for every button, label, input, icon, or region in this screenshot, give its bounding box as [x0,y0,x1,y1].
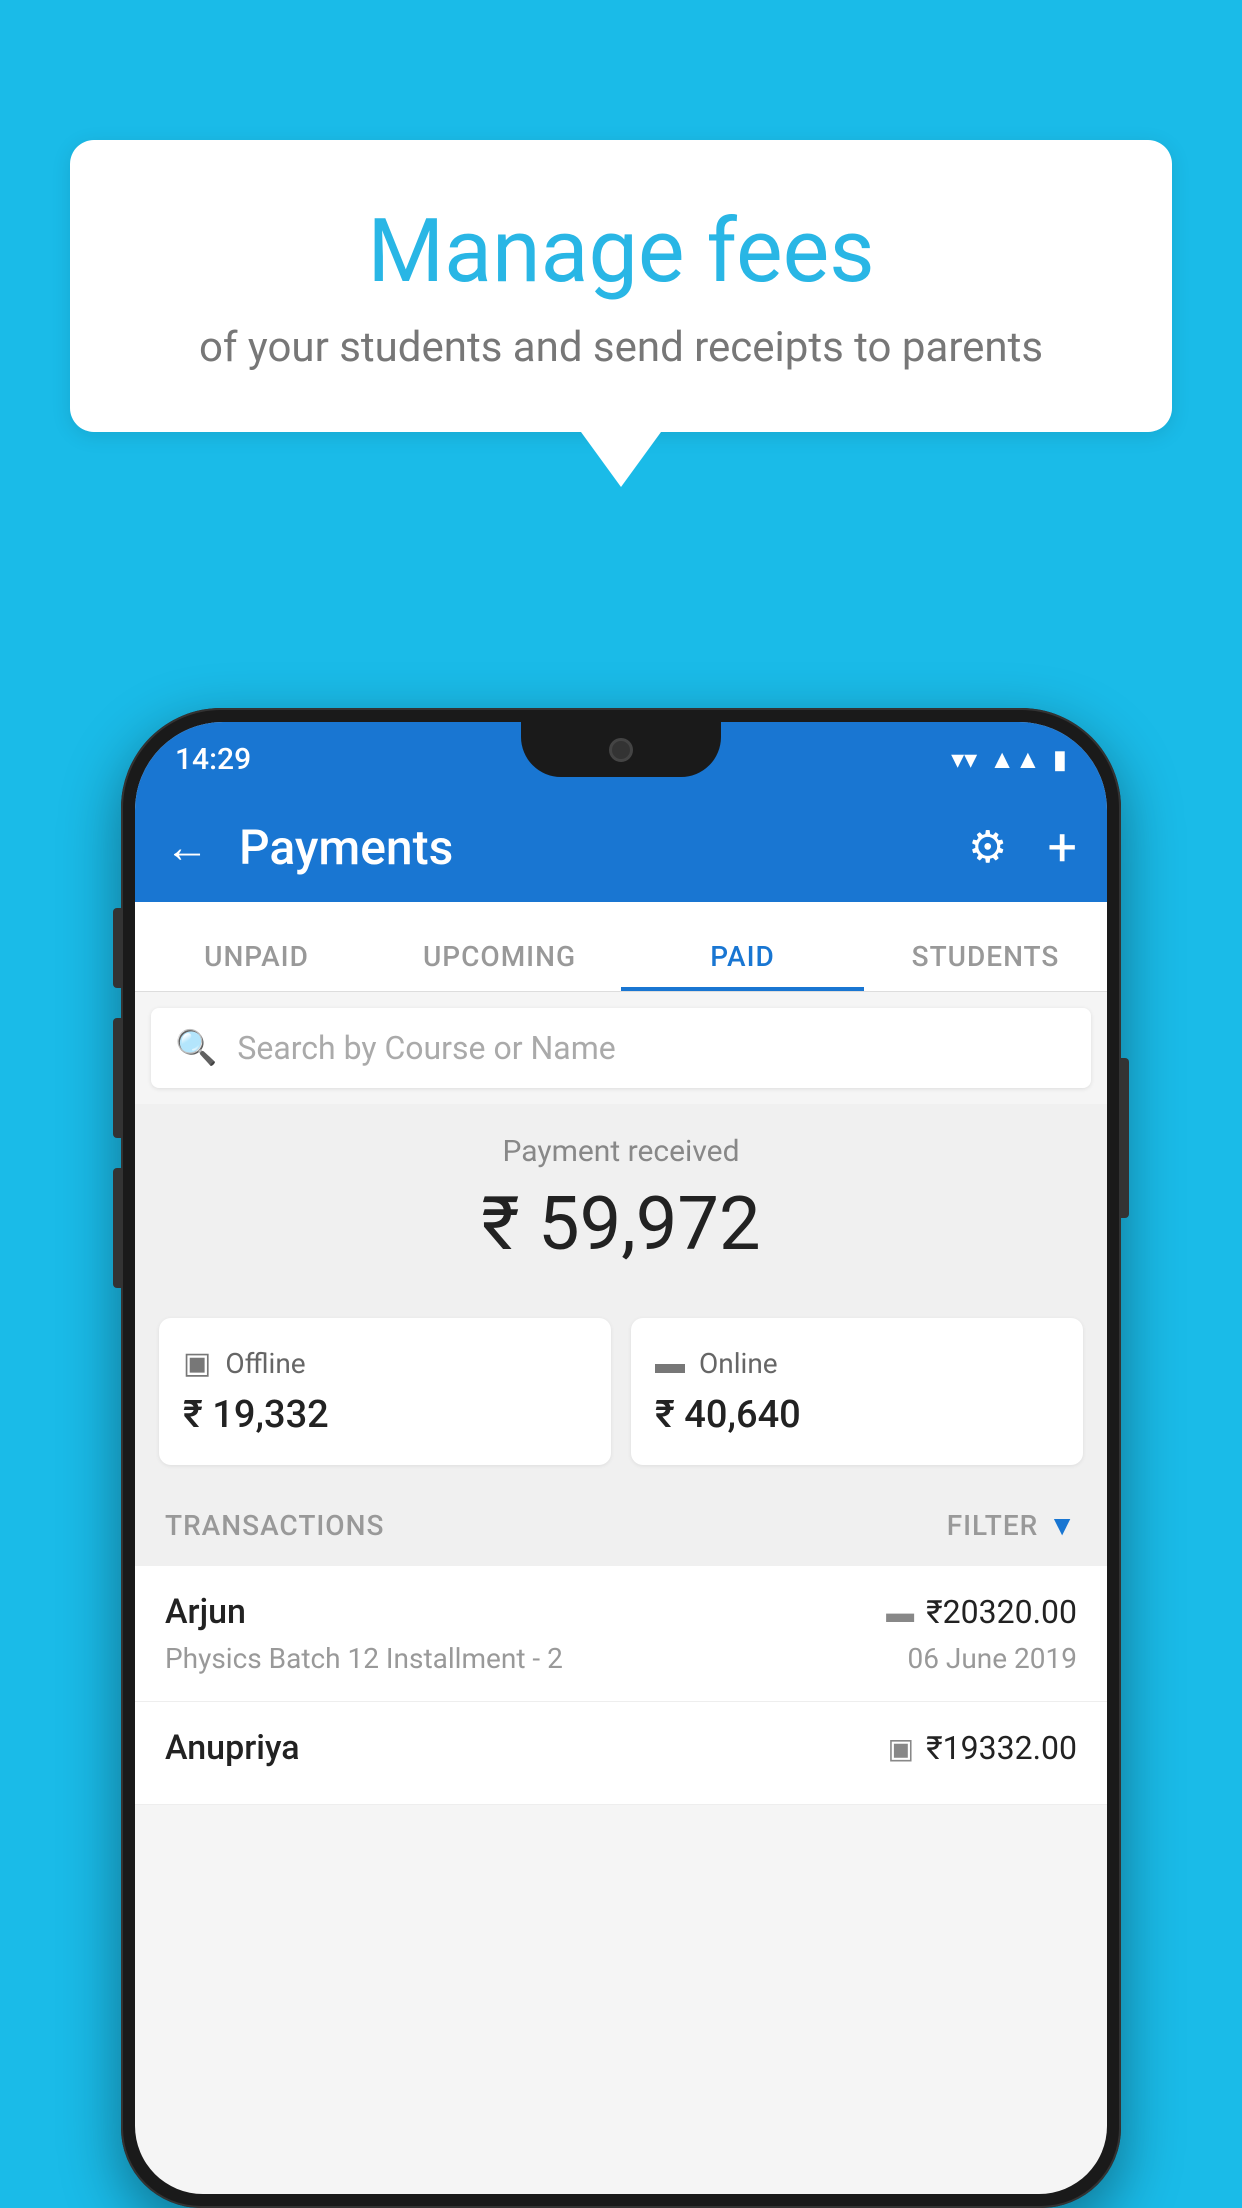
offline-payment-card: ▣ Offline ₹ 19,332 [159,1318,611,1465]
add-button[interactable]: + [1047,817,1077,878]
offline-amount: ₹ 19,332 [183,1393,587,1437]
speech-bubble-container: Manage fees of your students and send re… [70,140,1172,487]
search-bar[interactable]: 🔍 Search by Course or Name [151,1008,1091,1088]
status-icons: ▾▾ ▲▲ ▮ [951,744,1067,775]
phone-frame: 14:29 ▾▾ ▲▲ ▮ ← Payments ⚙ + UNPAID UPCO… [121,708,1121,2208]
speech-bubble-tail [581,432,661,487]
transaction-course: Physics Batch 12 Installment - 2 [165,1642,563,1675]
online-payment-card: ▬ Online ₹ 40,640 [631,1318,1083,1465]
payment-type-icon: ▣ [888,1732,914,1765]
transaction-name: Arjun [165,1592,246,1632]
phone-screen: 14:29 ▾▾ ▲▲ ▮ ← Payments ⚙ + UNPAID UPCO… [135,722,1107,2194]
speech-bubble-subtitle: of your students and send receipts to pa… [130,323,1112,372]
payment-received-label: Payment received [159,1134,1083,1169]
side-button-volume-down2 [113,1168,121,1288]
side-button-volume-down [113,1018,121,1138]
transaction-row[interactable]: Anupriya ▣ ₹19332.00 [135,1702,1107,1805]
payment-method-cards: ▣ Offline ₹ 19,332 ▬ Online ₹ 40,640 [135,1298,1107,1485]
tab-unpaid[interactable]: UNPAID [135,940,378,991]
transaction-date: 06 June 2019 [907,1642,1077,1675]
transaction-amount: ₹19332.00 [926,1729,1077,1767]
phone-notch [521,722,721,777]
speech-bubble: Manage fees of your students and send re… [70,140,1172,432]
signal-icon: ▲▲ [989,744,1040,775]
search-placeholder: Search by Course or Name [237,1029,615,1067]
transaction-amount-wrap: ▬ ₹20320.00 [886,1593,1077,1631]
transaction-amount: ₹20320.00 [926,1593,1077,1631]
app-title: Payments [239,819,938,876]
online-label: Online [699,1347,778,1380]
filter-button[interactable]: FILTER ▼ [947,1509,1077,1542]
side-button-power [1121,1058,1129,1218]
online-icon: ▬ [655,1346,685,1381]
offline-card-header: ▣ Offline [183,1346,587,1381]
transaction-top: Arjun ▬ ₹20320.00 [165,1592,1077,1632]
status-time: 14:29 [175,742,251,777]
filter-label: FILTER [947,1509,1039,1542]
transaction-amount-wrap: ▣ ₹19332.00 [888,1729,1077,1767]
tab-students[interactable]: STUDENTS [864,940,1107,991]
transaction-bottom: Physics Batch 12 Installment - 2 06 June… [165,1642,1077,1675]
side-button-volume-up [113,908,121,988]
offline-icon: ▣ [183,1346,211,1381]
app-bar: ← Payments ⚙ + [135,792,1107,902]
payment-type-icon: ▬ [886,1596,914,1629]
transactions-label: TRANSACTIONS [165,1509,384,1542]
filter-icon: ▼ [1048,1509,1077,1542]
battery-icon: ▮ [1053,745,1067,775]
front-camera [609,738,633,762]
back-button[interactable]: ← [165,821,209,873]
transaction-top: Anupriya ▣ ₹19332.00 [165,1728,1077,1768]
payment-total-amount: ₹ 59,972 [159,1181,1083,1268]
tab-upcoming[interactable]: UPCOMING [378,940,621,991]
tabs-bar: UNPAID UPCOMING PAID STUDENTS [135,902,1107,992]
online-amount: ₹ 40,640 [655,1393,1059,1437]
transactions-header: TRANSACTIONS FILTER ▼ [135,1485,1107,1566]
search-icon: 🔍 [175,1028,217,1068]
settings-button[interactable]: ⚙ [968,821,1007,873]
speech-bubble-title: Manage fees [130,200,1112,303]
wifi-icon: ▾▾ [951,745,977,775]
payment-summary: Payment received ₹ 59,972 [135,1104,1107,1298]
offline-label: Offline [225,1347,305,1380]
online-card-header: ▬ Online [655,1346,1059,1381]
transaction-row[interactable]: Arjun ▬ ₹20320.00 Physics Batch 12 Insta… [135,1566,1107,1702]
tab-paid[interactable]: PAID [621,940,864,991]
transaction-name: Anupriya [165,1728,300,1768]
